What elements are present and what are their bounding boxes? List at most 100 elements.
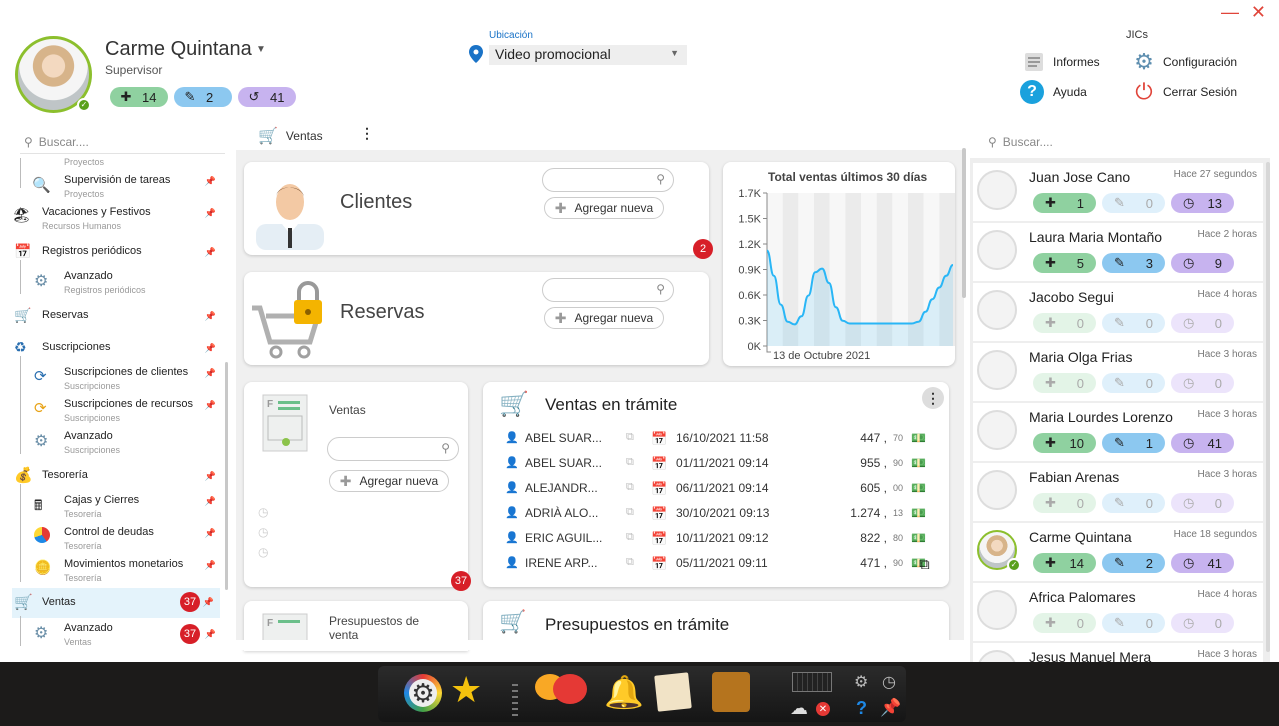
sales-add-button[interactable]: ✚ Agregar nueva (329, 470, 449, 492)
sidebar-scrollbar[interactable] (225, 362, 228, 590)
help-link[interactable]: ? Ayuda (1020, 80, 1087, 104)
user-name[interactable]: Carme Quintana (105, 38, 252, 61)
sidebar-item-supervision[interactable]: 🔍 Supervisión de tareas Proyectos 📌 (12, 172, 222, 202)
user-stat-pill[interactable]: ◷ 41 (1171, 433, 1234, 453)
bell-icon[interactable]: 🔔 (604, 672, 644, 712)
sales-search-input[interactable]: ⚲ (327, 437, 459, 461)
sidebar-item-reservas[interactable]: 🛒 Reservas 📌 (12, 307, 222, 329)
pin-icon[interactable]: 📌 (205, 471, 216, 482)
pin-icon[interactable]: 📌 (205, 311, 216, 322)
pin-icon[interactable]: 📌 (205, 343, 216, 354)
user-stat-pill[interactable]: ◷ 0 (1171, 613, 1234, 633)
list-item[interactable]: Laura Maria Montaño Hace 2 horas ✚ 5 ✎ 3 ◷ 9 (973, 223, 1263, 281)
reservations-search-input[interactable]: ⚲ (542, 278, 674, 302)
settings-link[interactable]: ⚙ Configuración (1132, 49, 1237, 74)
sales-chart-card[interactable]: Total ventas últimos 30 días 1.7K 1.5K 1.2… (723, 162, 955, 366)
history-stat[interactable]: ↺ 41 (238, 87, 296, 107)
user-stat-pill[interactable]: ✚ 0 (1033, 313, 1096, 333)
cloud-icon[interactable]: ☁ (790, 698, 808, 719)
pin-icon[interactable]: 📌 (203, 597, 214, 608)
link-icon[interactable]: ⧉ (626, 506, 634, 519)
table-row[interactable]: 👤 ADRIÀ ALO... ⧉ 📅 30/10/2021 09:13 1.274 , 13… (501, 501, 931, 525)
pin-icon[interactable]: 📌 (205, 528, 216, 539)
sidebar-item-cajas[interactable]: 🖩 Cajas y Cierres Tesorería 📌 (12, 492, 222, 522)
breadcrumb[interactable]: 🛒 Ventas (258, 126, 323, 146)
edited-stat[interactable]: ✎ 2 (174, 87, 232, 107)
star-icon[interactable]: ★ (450, 670, 482, 710)
sidebar-item-ventas[interactable]: 🛒 Ventas 37 📌 (12, 588, 220, 618)
minimize-icon[interactable]: — (1221, 3, 1239, 21)
list-item[interactable]: Maria Olga Frias Hace 3 horas ✚ 0 ✎ 0 ◷ 0 (973, 343, 1263, 401)
reports-link[interactable]: Informes (1022, 51, 1100, 73)
link-icon[interactable]: ⧉ (626, 431, 634, 444)
sidebar-item-suscripciones-clientes[interactable]: ⟳ Suscripciones de clientes Suscripciones 📌 (12, 364, 222, 394)
pin-icon[interactable]: 📌 (205, 560, 216, 571)
user-stat-pill[interactable]: ✎ 3 (1102, 253, 1165, 273)
user-stat-pill[interactable]: ✎ 0 (1102, 373, 1165, 393)
user-stat-pill[interactable]: ✚ 14 (1033, 553, 1096, 573)
sales-card[interactable]: F Ventas ⚲ ✚ Agregar nueva ◷ ◷ ◷ 37 (244, 382, 471, 591)
sidebar-item-suscripciones-recursos[interactable]: ⟳ Suscripciones de recursos Suscripciones 📌 (12, 396, 222, 426)
table-row[interactable]: 👤 ABEL SUAR... ⧉ 📅 01/11/2021 09:14 955 , 90 💵 (501, 451, 931, 475)
avatar[interactable] (977, 410, 1017, 450)
pin-icon[interactable]: 📌 (205, 629, 216, 640)
sidebar-item-avanzado-ventas[interactable]: ⚙ Avanzado Ventas 37 📌 (12, 620, 222, 648)
sidebar-search[interactable]: ⚲ Buscar.... (24, 135, 89, 149)
pin-icon[interactable]: 📌 (205, 368, 216, 379)
drag-handle-icon[interactable] (512, 684, 518, 716)
user-stat-pill[interactable]: ◷ 0 (1171, 373, 1234, 393)
user-stat-pill[interactable]: ◷ 0 (1171, 493, 1234, 513)
list-item[interactable]: Maria Lourdes Lorenzo Hace 3 horas ✚ 10 ✎ 1 ◷ 4… (973, 403, 1263, 461)
users-search[interactable]: ⚲ Buscar.... (988, 135, 1053, 149)
user-stat-pill[interactable]: ✎ 0 (1102, 613, 1165, 633)
wallet-icon[interactable] (712, 672, 750, 712)
avatar[interactable] (977, 590, 1017, 630)
reservations-add-button[interactable]: ✚ Agregar nueva (544, 307, 664, 329)
clients-card[interactable]: Clientes ⚲ ✚ Agregar nueva 2 (244, 162, 713, 259)
kebab-menu-icon[interactable]: ⋮ (922, 387, 944, 409)
table-row[interactable]: 👤 ABEL SUAR... ⧉ 📅 16/10/2021 11:58 447 , 70 💵 (501, 426, 931, 450)
user-stat-pill[interactable]: ✎ 1 (1102, 433, 1165, 453)
clients-search-input[interactable]: ⚲ (542, 168, 674, 192)
user-stat-pill[interactable]: ◷ 9 (1171, 253, 1234, 273)
logout-link[interactable]: ⏻ Cerrar Sesión (1132, 79, 1237, 104)
pin-icon[interactable]: 📌 (205, 496, 216, 507)
user-stat-pill[interactable]: ◷ 41 (1171, 553, 1234, 573)
user-stat-pill[interactable]: ✚ 10 (1033, 433, 1096, 453)
close-icon[interactable]: ✕ (1251, 3, 1266, 21)
link-icon[interactable]: ⧉ (626, 481, 634, 494)
chat-bubble-icon[interactable] (553, 674, 587, 704)
table-row[interactable]: 👤 IRENE ARP... ⧉ 📅 05/11/2021 09:11 471 , 90 💵 (501, 551, 931, 575)
added-stat[interactable]: ✚ 14 (110, 87, 168, 107)
reservations-card[interactable]: Reservas ⚲ ✚ Agregar nueva (244, 272, 709, 365)
user-stat-pill[interactable]: ✚ 0 (1033, 493, 1096, 513)
user-stat-pill[interactable]: ✚ 0 (1033, 613, 1096, 633)
user-stat-pill[interactable]: ◷ 0 (1171, 313, 1234, 333)
avatar[interactable] (977, 230, 1017, 270)
sidebar-item-proyectos[interactable]: Proyectos (12, 158, 222, 168)
clients-add-button[interactable]: ✚ Agregar nueva (544, 197, 664, 219)
notes-icon[interactable] (654, 672, 692, 712)
sidebar-item-suscripciones[interactable]: ♻ Suscripciones 📌 (12, 339, 222, 361)
sidebar-item-vacaciones[interactable]: 🏖 Vacaciones y Festivos Recursos Humanos 📌 (12, 204, 222, 234)
list-item[interactable]: Fabian Arenas Hace 3 horas ✚ 0 ✎ 0 ◷ 0 (973, 463, 1263, 521)
link-icon[interactable]: ⧉ (626, 531, 634, 544)
user-stat-pill[interactable]: ✎ 0 (1102, 493, 1165, 513)
history-icon[interactable]: ◷ (258, 502, 268, 522)
table-row[interactable]: 👤 ERIC AGUIL... ⧉ 📅 10/11/2021 09:12 822 , 80 💵 (501, 526, 931, 550)
link-icon[interactable]: ⧉ (626, 556, 634, 569)
history-icon[interactable]: ◷ (258, 522, 268, 542)
list-item[interactable]: Juan Jose Cano Hace 27 segundos ✚ 1 ✎ 0 ◷ 13 (973, 163, 1263, 221)
avatar[interactable] (977, 350, 1017, 390)
disconnected-icon[interactable]: ✕ (816, 702, 830, 716)
sidebar-item-deudas[interactable]: Control de deudas Tesorería 📌 (12, 524, 222, 554)
list-item[interactable]: Africa Palomares Hace 4 horas ✚ 0 ✎ 0 ◷ 0 (973, 583, 1263, 641)
pin-icon[interactable]: 📌 (205, 176, 216, 187)
budgets-pending-card[interactable]: 🛒 Presupuestos en trámite (483, 601, 949, 643)
list-item[interactable]: ✓ Carme Quintana Hace 18 segundos ✚ 14 ✎ 2 ◷ 41 (973, 523, 1263, 581)
history-icon[interactable]: ◷ (258, 542, 268, 562)
user-stat-pill[interactable]: ✚ 5 (1033, 253, 1096, 273)
sidebar-item-avanzado-suscripciones[interactable]: ⚙ Avanzado Suscripciones (12, 428, 222, 458)
user-stat-pill[interactable]: ✎ 0 (1102, 313, 1165, 333)
user-stat-pill[interactable]: ◷ 13 (1171, 193, 1234, 213)
